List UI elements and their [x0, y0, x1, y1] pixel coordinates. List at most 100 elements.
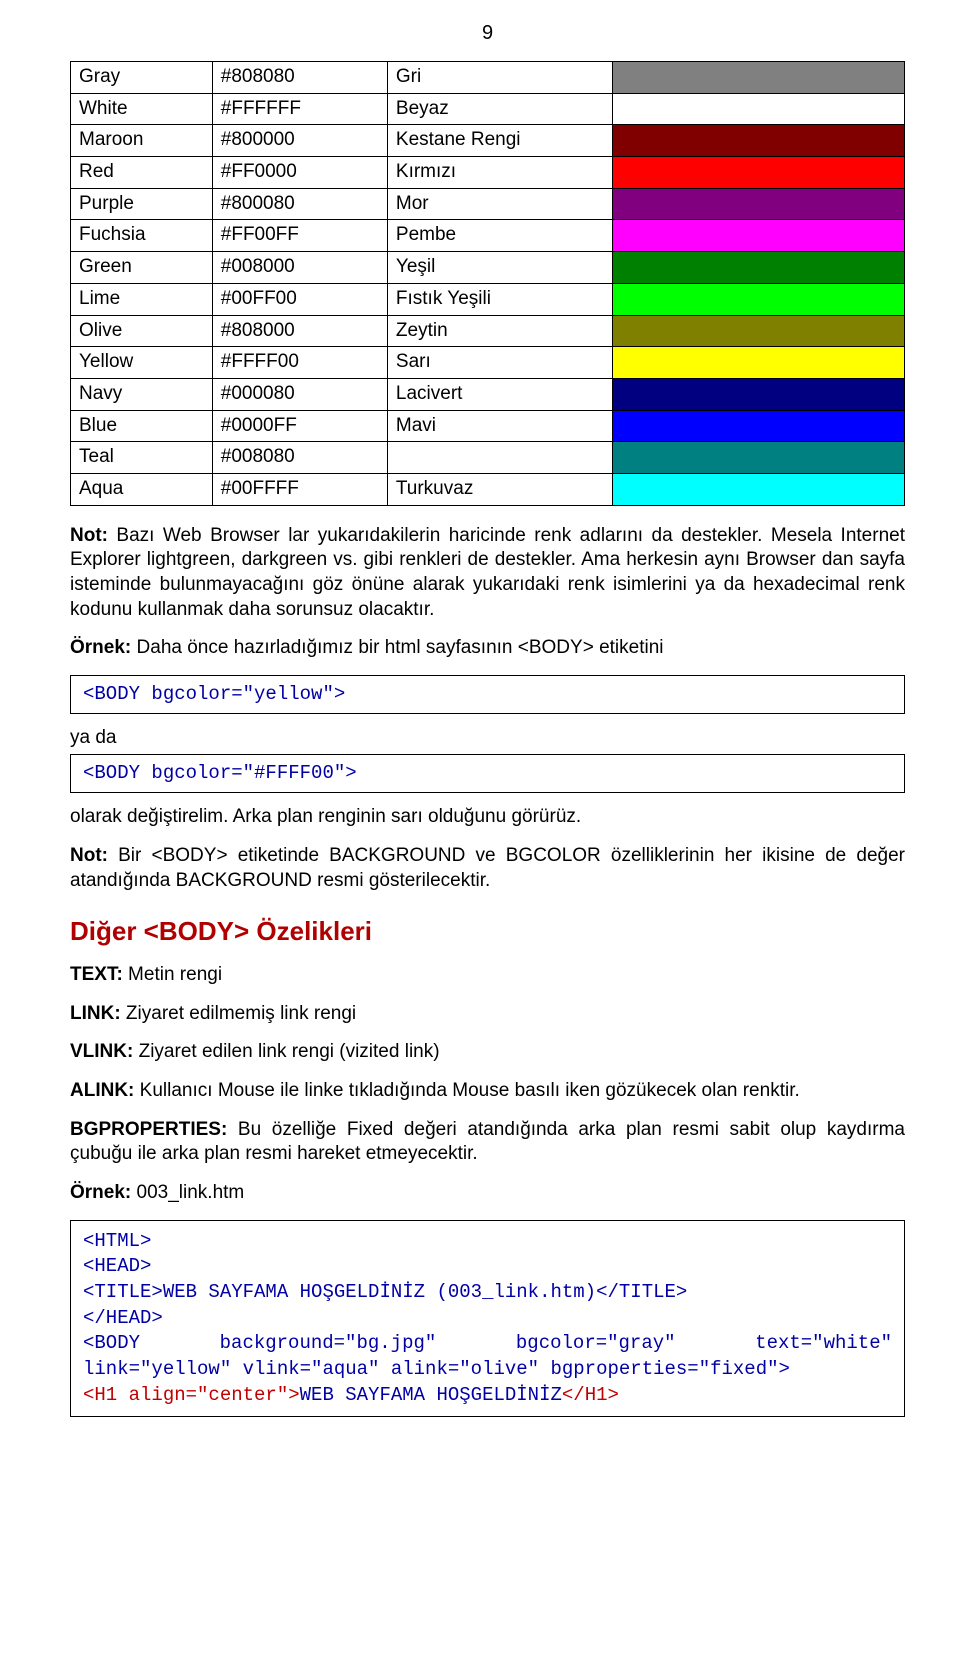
yada-text: ya da — [70, 726, 905, 751]
color-name: Navy — [71, 378, 213, 410]
prop-bgproperties-label: BGPROPERTIES: — [70, 1119, 227, 1140]
color-name: Lime — [71, 283, 213, 315]
example-2-label: Örnek: — [70, 1182, 131, 1203]
color-code: #800080 — [212, 188, 387, 220]
code-snippet-2: <BODY bgcolor="#FFFF00"> — [70, 754, 905, 793]
example-1-text: Daha önce hazırladığımız bir html sayfas… — [131, 637, 663, 658]
note-1-text: Bazı Web Browser lar yukarıdakilerin har… — [70, 525, 905, 620]
code-line-2: <HEAD> — [83, 1254, 892, 1280]
page-number: 9 — [70, 20, 905, 46]
table-row: Yellow#FFFF00Sarı — [71, 347, 905, 379]
prop-alink-value: Kullanıcı Mouse ile linke tıkladığında M… — [134, 1080, 799, 1101]
color-name: Yellow — [71, 347, 213, 379]
note-2-text: Bir <BODY> etiketinde BACKGROUND ve BGCO… — [70, 845, 905, 891]
code-l7a: <H1 align="center"> — [83, 1384, 300, 1406]
code-line-7: <H1 align="center">WEB SAYFAMA HOŞGELDİN… — [83, 1383, 892, 1409]
color-tr: Mavi — [387, 410, 612, 442]
table-row: Blue#0000FFMavi — [71, 410, 905, 442]
color-swatch — [613, 442, 905, 474]
color-tr: Mor — [387, 188, 612, 220]
color-swatch — [613, 252, 905, 284]
color-table: Gray#808080GriWhite#FFFFFFBeyazMaroon#80… — [70, 61, 905, 506]
note-1: Not: Bazı Web Browser lar yukarıdakileri… — [70, 524, 905, 623]
table-row: Maroon#800000Kestane Rengi — [71, 125, 905, 157]
code-line-5: <BODY background="bg.jpg" bgcolor="gray"… — [83, 1331, 892, 1357]
color-swatch — [613, 188, 905, 220]
color-code: #FFFF00 — [212, 347, 387, 379]
table-row: Green#008000Yeşil — [71, 252, 905, 284]
prop-text-label: TEXT: — [70, 964, 123, 985]
color-tr: Gri — [387, 62, 612, 94]
color-tr: Kırmızı — [387, 157, 612, 189]
code-l5d: text="white" — [755, 1331, 892, 1357]
color-tr: Beyaz — [387, 93, 612, 125]
code-l5b: background="bg.jpg" — [220, 1331, 437, 1357]
color-code: #008000 — [212, 252, 387, 284]
code-line-1: <HTML> — [83, 1229, 892, 1255]
color-tr: Turkuvaz — [387, 473, 612, 505]
prop-bgproperties: BGPROPERTIES: Bu özelliğe Fixed değeri a… — [70, 1118, 905, 1167]
color-name: Blue — [71, 410, 213, 442]
code-l7c: </H1> — [562, 1384, 619, 1406]
color-tr: Pembe — [387, 220, 612, 252]
note-1-label: Not: — [70, 525, 108, 546]
color-code: #FF00FF — [212, 220, 387, 252]
color-tr — [387, 442, 612, 474]
color-name: Fuchsia — [71, 220, 213, 252]
prop-link-value: Ziyaret edilmemiş link rengi — [121, 1003, 356, 1024]
color-name: Aqua — [71, 473, 213, 505]
color-tr: Sarı — [387, 347, 612, 379]
table-row: Fuchsia#FF00FFPembe — [71, 220, 905, 252]
color-name: Red — [71, 157, 213, 189]
color-code: #808000 — [212, 315, 387, 347]
color-swatch — [613, 62, 905, 94]
color-tr: Yeşil — [387, 252, 612, 284]
color-tr: Lacivert — [387, 378, 612, 410]
color-name: Gray — [71, 62, 213, 94]
prop-vlink: VLINK: Ziyaret edilen link rengi (vizite… — [70, 1040, 905, 1065]
color-name: Maroon — [71, 125, 213, 157]
color-swatch — [613, 347, 905, 379]
code-l5a: <BODY — [83, 1331, 140, 1357]
color-tr: Zeytin — [387, 315, 612, 347]
prop-alink-label: ALINK: — [70, 1080, 134, 1101]
code-line-6: link="yellow" vlink="aqua" alink="olive"… — [83, 1357, 892, 1383]
color-name: White — [71, 93, 213, 125]
color-swatch — [613, 473, 905, 505]
color-code: #800000 — [212, 125, 387, 157]
color-code: #0000FF — [212, 410, 387, 442]
color-code: #000080 — [212, 378, 387, 410]
table-row: Aqua#00FFFFTurkuvaz — [71, 473, 905, 505]
prop-vlink-label: VLINK: — [70, 1041, 133, 1062]
code-block: <HTML> <HEAD> <TITLE>WEB SAYFAMA HOŞGELD… — [70, 1220, 905, 1417]
color-code: #FFFFFF — [212, 93, 387, 125]
code-l5c: bgcolor="gray" — [516, 1331, 676, 1357]
color-tr: Fıstık Yeşili — [387, 283, 612, 315]
code-line-3: <TITLE>WEB SAYFAMA HOŞGELDİNİZ (003_link… — [83, 1280, 892, 1306]
color-swatch — [613, 157, 905, 189]
code-l7b: WEB SAYFAMA HOŞGELDİNİZ — [300, 1384, 562, 1406]
color-code: #FF0000 — [212, 157, 387, 189]
table-row: Red#FF0000Kırmızı — [71, 157, 905, 189]
note-2-label: Not: — [70, 845, 108, 866]
color-name: Purple — [71, 188, 213, 220]
example-2: Örnek: 003_link.htm — [70, 1181, 905, 1206]
color-code: #808080 — [212, 62, 387, 94]
color-swatch — [613, 378, 905, 410]
section-heading: Diğer <BODY> Özelikleri — [70, 915, 905, 949]
after-code-text: olarak değiştirelim. Arka plan renginin … — [70, 805, 905, 830]
color-swatch — [613, 315, 905, 347]
prop-text: TEXT: Metin rengi — [70, 963, 905, 988]
color-code: #00FF00 — [212, 283, 387, 315]
note-2: Not: Bir <BODY> etiketinde BACKGROUND ve… — [70, 844, 905, 893]
prop-link: LINK: Ziyaret edilmemiş link rengi — [70, 1002, 905, 1027]
color-tr: Kestane Rengi — [387, 125, 612, 157]
example-1-label: Örnek: — [70, 637, 131, 658]
example-2-text: 003_link.htm — [131, 1182, 244, 1203]
example-1: Örnek: Daha önce hazırladığımız bir html… — [70, 636, 905, 661]
color-name: Teal — [71, 442, 213, 474]
prop-link-label: LINK: — [70, 1003, 121, 1024]
code-snippet-1: <BODY bgcolor="yellow"> — [70, 675, 905, 714]
color-swatch — [613, 93, 905, 125]
color-swatch — [613, 125, 905, 157]
